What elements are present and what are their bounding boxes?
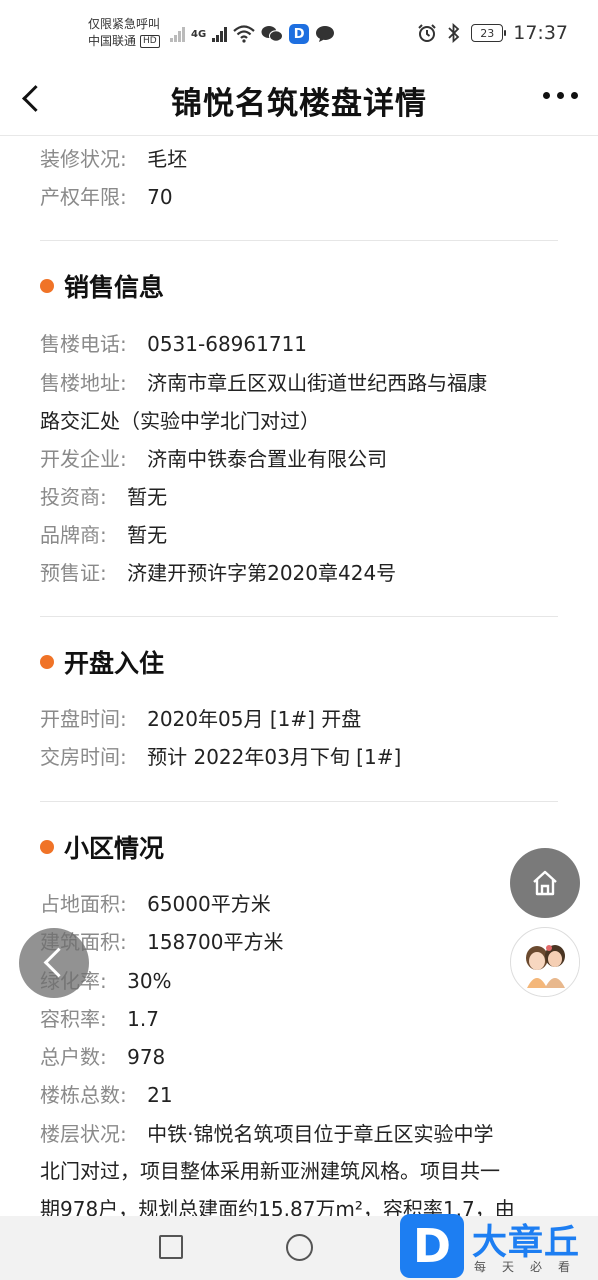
info-row-brand: 品牌商: 暂无	[40, 516, 167, 554]
clock-time: 17:37	[513, 22, 568, 44]
home-button[interactable]	[510, 848, 580, 918]
info-row-delivery-time: 交房时间: 预计 2022年03月下旬 [1#]	[40, 738, 401, 776]
hd-badge: HD	[140, 35, 160, 48]
info-row-land-area: 占地面积: 65000平方米	[40, 885, 271, 923]
status-icons-right: 23 17:37	[417, 22, 568, 44]
row-label: 预售证:	[40, 561, 107, 585]
brand-watermark: D 大章丘 每天必看	[400, 1210, 598, 1280]
recent-apps-button[interactable]	[159, 1235, 183, 1259]
kids-avatar-icon	[512, 929, 579, 996]
row-value: 978	[127, 1045, 166, 1069]
row-value: 暂无	[127, 523, 168, 547]
row-label: 开发企业:	[40, 447, 127, 471]
info-row-property-term: 产权年限: 70	[40, 178, 173, 216]
signal-icon	[170, 26, 185, 42]
info-row-developer: 开发企业: 济南中铁泰合置业有限公司	[40, 440, 387, 478]
section-dot-icon	[40, 655, 54, 669]
section-title: 小区情况	[64, 834, 165, 863]
more-options-button[interactable]	[543, 92, 578, 99]
brand-logo-icon: D	[400, 1214, 464, 1278]
row-value: 2020年05月 [1#] 开盘	[147, 707, 362, 731]
row-value: 65000平方米	[147, 892, 271, 916]
row-value: 预计 2022年03月下旬 [1#]	[147, 745, 402, 769]
row-value-continuation: 路交汇处（实验中学北门对过）	[40, 409, 320, 433]
detail-content[interactable]: 装修状况: 毛坯 产权年限: 70 销售信息 售楼电话: 0531-689617…	[40, 136, 558, 1216]
battery-icon: 23	[471, 24, 507, 42]
top-nav-bar: 锦悦名筑楼盘详情	[0, 66, 598, 136]
info-row-floor-status: 楼层状况: 中铁·锦悦名筑项目位于章丘区实验中学	[40, 1115, 493, 1153]
avatar-button[interactable]	[510, 927, 580, 997]
wifi-icon	[233, 25, 255, 43]
message-icon	[316, 26, 335, 42]
row-label: 总户数:	[40, 1045, 107, 1069]
section-divider	[40, 240, 558, 241]
row-label: 品牌商:	[40, 523, 107, 547]
info-row-opening-time: 开盘时间: 2020年05月 [1#] 开盘	[40, 700, 361, 738]
row-label: 装修状况:	[40, 147, 127, 171]
emergency-only-text: 仅限紧急呼叫	[88, 17, 161, 31]
row-label: 楼层状况:	[40, 1122, 127, 1146]
float-back-button[interactable]	[19, 928, 89, 998]
section-title: 开盘入住	[64, 649, 165, 678]
info-row-sales-address: 售楼地址: 济南市章丘区双山街道世纪西路与福康	[40, 364, 487, 402]
row-value: 70	[147, 185, 173, 209]
network-type: 4G	[191, 28, 207, 40]
info-row-households: 总户数: 978	[40, 1038, 165, 1076]
row-value: 158700平方米	[147, 930, 284, 954]
row-label: 开盘时间:	[40, 707, 127, 731]
row-value-continuation: 北门对过，项目整体采用新亚洲建筑风格。项目共一	[40, 1159, 500, 1183]
row-label: 交房时间:	[40, 745, 127, 769]
alarm-icon	[418, 24, 436, 42]
home-system-button[interactable]	[286, 1234, 313, 1261]
row-value: 中铁·锦悦名筑项目位于章丘区实验中学	[147, 1122, 494, 1146]
info-row-sales-address-cont: 路交汇处（实验中学北门对过）	[40, 402, 320, 440]
home-icon	[533, 870, 557, 896]
bluetooth-icon	[448, 23, 460, 43]
row-value: 济建开预许字第2020章424号	[127, 561, 397, 585]
info-row-presale-license: 预售证: 济建开预许字第2020章424号	[40, 554, 396, 592]
row-label: 占地面积:	[40, 892, 127, 916]
row-label: 投资商:	[40, 485, 107, 509]
brand-slogan: 每天必看	[474, 1260, 587, 1274]
section-header-opening: 开盘入住	[40, 644, 164, 680]
app-d-icon: D	[289, 24, 310, 44]
row-value: 21	[147, 1083, 173, 1107]
row-value: 1.7	[127, 1007, 159, 1031]
section-dot-icon	[40, 279, 54, 293]
row-value: 暂无	[127, 485, 168, 509]
row-value: 济南市章丘区双山街道世纪西路与福康	[147, 371, 488, 395]
carrier-info: 仅限紧急呼叫 中国联通 HD	[88, 16, 160, 50]
row-label: 容积率:	[40, 1007, 107, 1031]
section-dot-icon	[40, 840, 54, 854]
info-row-decoration: 装修状况: 毛坯	[40, 140, 187, 178]
status-bar: 仅限紧急呼叫 中国联通 HD 4G D 23 17:37	[0, 0, 598, 66]
section-header-sales: 销售信息	[40, 268, 164, 304]
row-label: 售楼地址:	[40, 371, 127, 395]
carrier-name: 中国联通	[88, 34, 137, 48]
battery-level: 23	[480, 26, 495, 40]
section-title: 销售信息	[64, 273, 165, 302]
row-value: 30%	[127, 969, 172, 993]
info-row-investor: 投资商: 暂无	[40, 478, 167, 516]
row-value: 毛坯	[147, 147, 188, 171]
info-row-floor-status-cont: 北门对过，项目整体采用新亚洲建筑风格。项目共一	[40, 1152, 500, 1190]
info-row-building-count: 楼栋总数: 21	[40, 1076, 173, 1114]
row-label: 楼栋总数:	[40, 1083, 127, 1107]
row-label: 售楼电话:	[40, 332, 127, 356]
info-row-sales-phone[interactable]: 售楼电话: 0531-68961711	[40, 325, 307, 363]
row-label: 产权年限:	[40, 185, 127, 209]
row-value: 0531-68961711	[147, 332, 308, 356]
row-value: 济南中铁泰合置业有限公司	[147, 447, 388, 471]
section-divider	[40, 801, 558, 802]
status-icons-left: 4G D	[170, 24, 335, 44]
signal-icon	[212, 26, 228, 42]
section-header-community: 小区情况	[40, 829, 164, 865]
info-row-plot-ratio: 容积率: 1.7	[40, 1000, 159, 1038]
page-title: 锦悦名筑楼盘详情	[171, 86, 427, 122]
section-divider	[40, 616, 558, 617]
wechat-icon	[261, 26, 284, 42]
